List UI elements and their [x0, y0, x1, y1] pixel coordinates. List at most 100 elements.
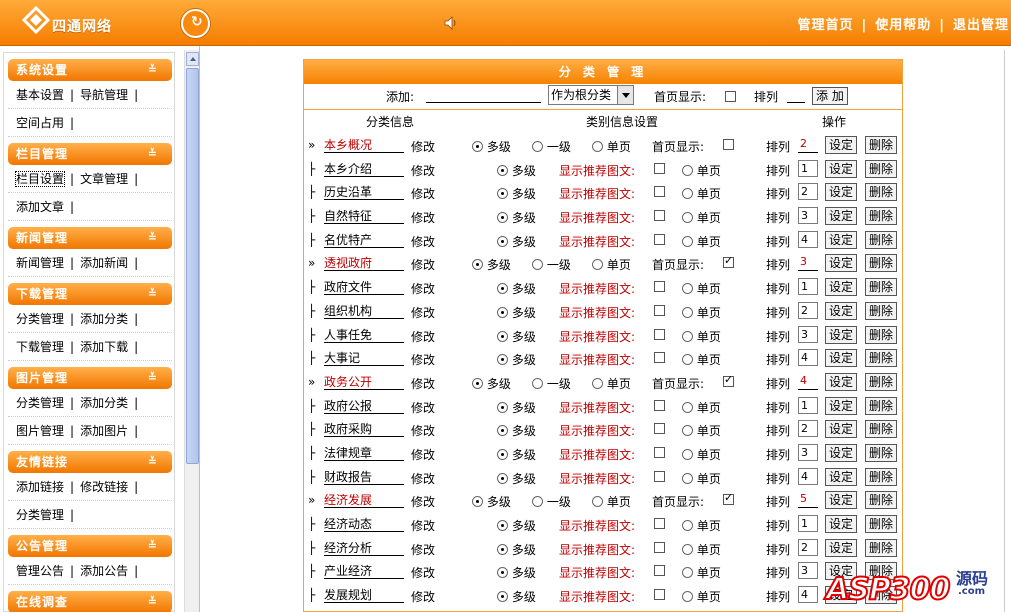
menu-link[interactable]: 添加分类 — [80, 312, 128, 326]
sort-input[interactable]: 1 — [798, 159, 818, 177]
menu-section-header[interactable]: 新闻管理 ≚ — [8, 227, 172, 249]
set-button[interactable]: 设定 — [825, 325, 858, 344]
radio-single-page[interactable] — [682, 235, 693, 247]
sort-input[interactable]: 3 — [798, 254, 818, 272]
recommend-checkbox[interactable] — [654, 186, 665, 198]
radio-single-page[interactable] — [592, 259, 603, 271]
delete-button[interactable]: 删除 — [865, 349, 898, 368]
radio-multi[interactable] — [497, 188, 508, 200]
sort-input[interactable]: 4 — [798, 586, 818, 604]
home-show-checkbox[interactable] — [723, 254, 734, 269]
delete-button[interactable]: 删除 — [865, 254, 898, 273]
recommend-checkbox[interactable] — [654, 399, 665, 411]
sort-input[interactable] — [787, 89, 805, 103]
menu-link[interactable]: 管理公告 — [16, 564, 64, 578]
set-button[interactable]: 设定 — [825, 372, 858, 391]
radio-single-page[interactable] — [592, 496, 603, 508]
menu-link[interactable]: 分类管理 — [16, 312, 64, 326]
chevron-down-icon[interactable] — [617, 86, 633, 104]
delete-button[interactable]: 删除 — [865, 230, 898, 249]
home-show-checkbox[interactable] — [725, 91, 736, 102]
set-button[interactable]: 设定 — [825, 349, 858, 368]
category-name-field[interactable]: 政府采购 — [324, 420, 404, 438]
radio-multi[interactable] — [497, 448, 508, 460]
menu-section-header[interactable]: 图片管理 ≚ — [8, 367, 172, 389]
category-name-field[interactable]: 政府文件 — [324, 278, 404, 296]
menu-link[interactable]: 栏目设置 — [14, 171, 66, 187]
delete-button[interactable]: 删除 — [865, 207, 898, 226]
recommend-checkbox[interactable] — [654, 518, 665, 529]
radio-single-page[interactable] — [682, 354, 693, 366]
category-name-field[interactable]: 本乡介绍 — [324, 160, 404, 177]
speaker-icon[interactable] — [443, 15, 459, 31]
radio-single-page[interactable] — [682, 520, 693, 531]
set-button[interactable]: 设定 — [825, 207, 858, 226]
delete-button[interactable]: 删除 — [865, 515, 898, 533]
radio-single-page[interactable] — [682, 448, 693, 460]
delete-button[interactable]: 删除 — [865, 420, 898, 439]
edit-link[interactable]: 修改 — [411, 280, 435, 297]
delete-button[interactable]: 删除 — [865, 301, 898, 320]
edit-link[interactable]: 修改 — [411, 541, 435, 558]
category-name-field[interactable]: 经济动态 — [324, 515, 404, 532]
category-name-field[interactable]: 政务公开 — [324, 373, 404, 390]
category-name-field[interactable]: 人事任免 — [324, 326, 404, 343]
radio-multi[interactable] — [497, 212, 508, 224]
category-name-field[interactable]: 产业经济 — [324, 562, 404, 580]
chevron-double-down-icon[interactable]: ≚ — [148, 535, 158, 557]
menu-link[interactable]: 修改链接 — [80, 480, 128, 494]
menu-section-header[interactable]: 下载管理 ≚ — [8, 283, 172, 305]
menu-section-header[interactable]: 公告管理 ≚ — [8, 535, 172, 557]
scroll-up-icon[interactable] — [186, 52, 199, 66]
radio-single-level[interactable] — [532, 377, 543, 389]
edit-link[interactable]: 修改 — [411, 375, 435, 392]
menu-link[interactable]: 添加分类 — [80, 396, 128, 410]
radio-multi[interactable] — [497, 283, 508, 295]
chevron-double-down-icon[interactable]: ≚ — [148, 591, 158, 612]
delete-button[interactable]: 删除 — [865, 325, 898, 344]
chevron-double-down-icon[interactable]: ≚ — [148, 367, 158, 389]
sort-input[interactable]: 1 — [798, 396, 818, 414]
edit-link[interactable]: 修改 — [411, 209, 435, 226]
radio-multi[interactable] — [497, 425, 508, 437]
set-button[interactable]: 设定 — [825, 420, 858, 439]
menu-link[interactable]: 下载管理 — [16, 340, 64, 354]
set-button[interactable]: 设定 — [825, 396, 858, 415]
home-show-checkbox[interactable] — [723, 373, 734, 387]
nav-home-link[interactable]: 管理首页 — [797, 14, 853, 33]
menu-link[interactable]: 文章管理 — [80, 172, 128, 186]
radio-single-page[interactable] — [682, 591, 693, 603]
category-name-field[interactable]: 历史沿革 — [324, 183, 404, 201]
radio-multi[interactable] — [497, 401, 508, 413]
parent-category-select[interactable]: 作为根分类 — [548, 85, 634, 105]
scroll-thumb[interactable] — [186, 68, 199, 464]
sort-input[interactable]: 5 — [798, 491, 818, 509]
radio-multi[interactable] — [472, 496, 483, 508]
delete-button[interactable]: 删除 — [865, 136, 898, 154]
sort-input[interactable]: 3 — [798, 207, 818, 225]
recommend-checkbox[interactable] — [654, 589, 665, 601]
radio-multi[interactable] — [497, 520, 508, 531]
set-button[interactable]: 设定 — [825, 230, 858, 249]
recommend-checkbox[interactable] — [654, 281, 665, 293]
radio-multi[interactable] — [497, 330, 508, 342]
delete-button[interactable]: 删除 — [865, 396, 898, 415]
sort-input[interactable]: 2 — [798, 136, 818, 153]
sort-input[interactable]: 2 — [798, 301, 818, 319]
edit-link[interactable]: 修改 — [411, 304, 435, 321]
chevron-double-down-icon[interactable]: ≚ — [148, 227, 158, 249]
right-scrollbar[interactable] — [1004, 50, 1011, 612]
radio-single-page[interactable] — [592, 377, 603, 389]
radio-multi[interactable] — [497, 591, 508, 603]
edit-link[interactable]: 修改 — [411, 493, 435, 510]
edit-link[interactable]: 修改 — [411, 446, 435, 463]
radio-multi[interactable] — [472, 259, 483, 271]
edit-link[interactable]: 修改 — [411, 399, 435, 416]
menu-section-header[interactable]: 栏目管理 ≚ — [8, 143, 172, 165]
menu-link[interactable]: 添加链接 — [16, 480, 64, 494]
category-name-field[interactable]: 组织机构 — [324, 302, 404, 319]
category-name-field[interactable]: 财政报告 — [324, 468, 404, 485]
set-button[interactable]: 设定 — [825, 159, 858, 178]
recommend-checkbox[interactable] — [654, 541, 665, 553]
delete-button[interactable]: 删除 — [865, 183, 898, 202]
